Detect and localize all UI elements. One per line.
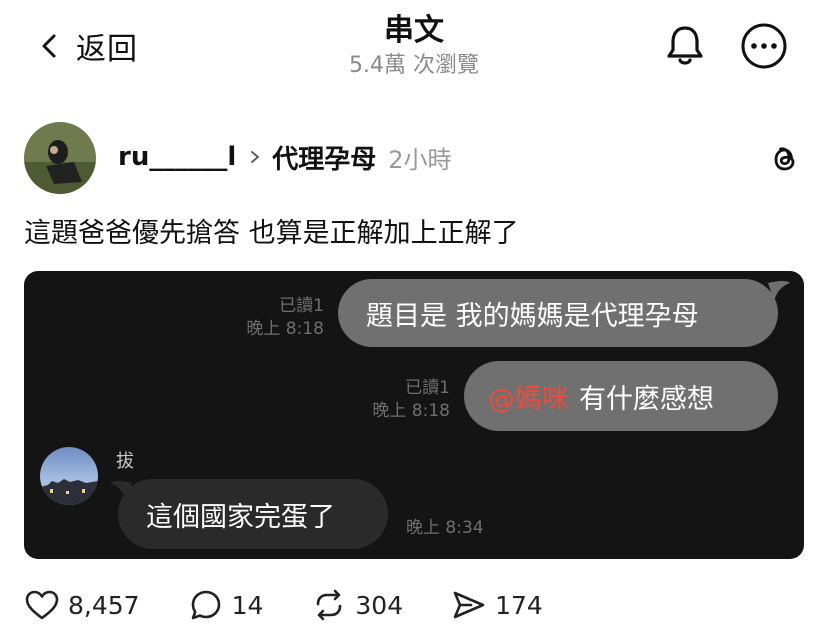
message-1-text: 題目是 我的媽媽是代理孕母 <box>366 300 699 332</box>
comment-icon <box>191 590 220 620</box>
top-bar: 返回 串文 5.4萬 次瀏覽 <box>0 0 828 96</box>
bell-icon[interactable] <box>662 22 708 68</box>
sender-name: 拔 <box>116 451 134 472</box>
post-time: 2小時 <box>388 145 452 174</box>
comment-count: 14 <box>231 590 264 620</box>
message-1-read: 已讀1 <box>279 296 324 316</box>
message-2-bubble: @媽咪 有什麼感想 <box>464 361 778 431</box>
message-2-time: 晚上 8:18 <box>372 401 450 421</box>
message-2-stamp: 已讀1 晚上 8:18 <box>350 377 450 423</box>
heart-icon <box>25 590 59 620</box>
author-avatar[interactable] <box>24 122 96 194</box>
message-1-time: 晚上 8:18 <box>246 319 324 339</box>
sender-avatar[interactable] <box>40 447 98 505</box>
action-bar: 8,457 14 304 174 <box>24 584 591 626</box>
message-2-text: 有什麼感想 <box>579 383 714 415</box>
author-username[interactable]: ru______l <box>118 142 236 172</box>
message-2-read: 已讀1 <box>405 378 450 398</box>
community-name[interactable]: 代理孕母 <box>272 139 376 176</box>
like-count: 8,457 <box>68 590 140 620</box>
message-3-text: 這個國家完蛋了 <box>146 501 335 533</box>
repost-button[interactable]: 304 <box>311 587 403 623</box>
repost-count: 304 <box>355 590 404 620</box>
message-1-bubble: 題目是 我的媽媽是代理孕母 <box>338 279 778 347</box>
share-count: 174 <box>495 590 543 620</box>
comment-button[interactable]: 14 <box>188 587 264 623</box>
share-button[interactable]: 174 <box>451 587 543 623</box>
share-icon <box>453 591 485 619</box>
threads-logo-icon[interactable] <box>768 142 802 176</box>
message-1-tail <box>768 281 790 301</box>
message-3-bubble: 這個國家完蛋了 <box>118 479 388 549</box>
chevron-right-icon <box>251 151 260 163</box>
post-meta: ru______l 代理孕母 2小時 <box>118 138 452 176</box>
message-3-time: 晚上 8:34 <box>406 518 484 538</box>
post-body: 這題爸爸優先搶答 也算是正解加上正解了 <box>24 218 519 249</box>
chat-screenshot[interactable]: 已讀1 晚上 8:18 題目是 我的媽媽是代理孕母 已讀1 晚上 8:18 @媽… <box>24 271 804 559</box>
mention-tag[interactable]: @媽咪 <box>488 377 569 416</box>
more-icon[interactable] <box>740 22 788 70</box>
message-1-stamp: 已讀1 晚上 8:18 <box>224 295 324 341</box>
like-button[interactable]: 8,457 <box>24 587 140 623</box>
repost-icon <box>317 589 342 621</box>
